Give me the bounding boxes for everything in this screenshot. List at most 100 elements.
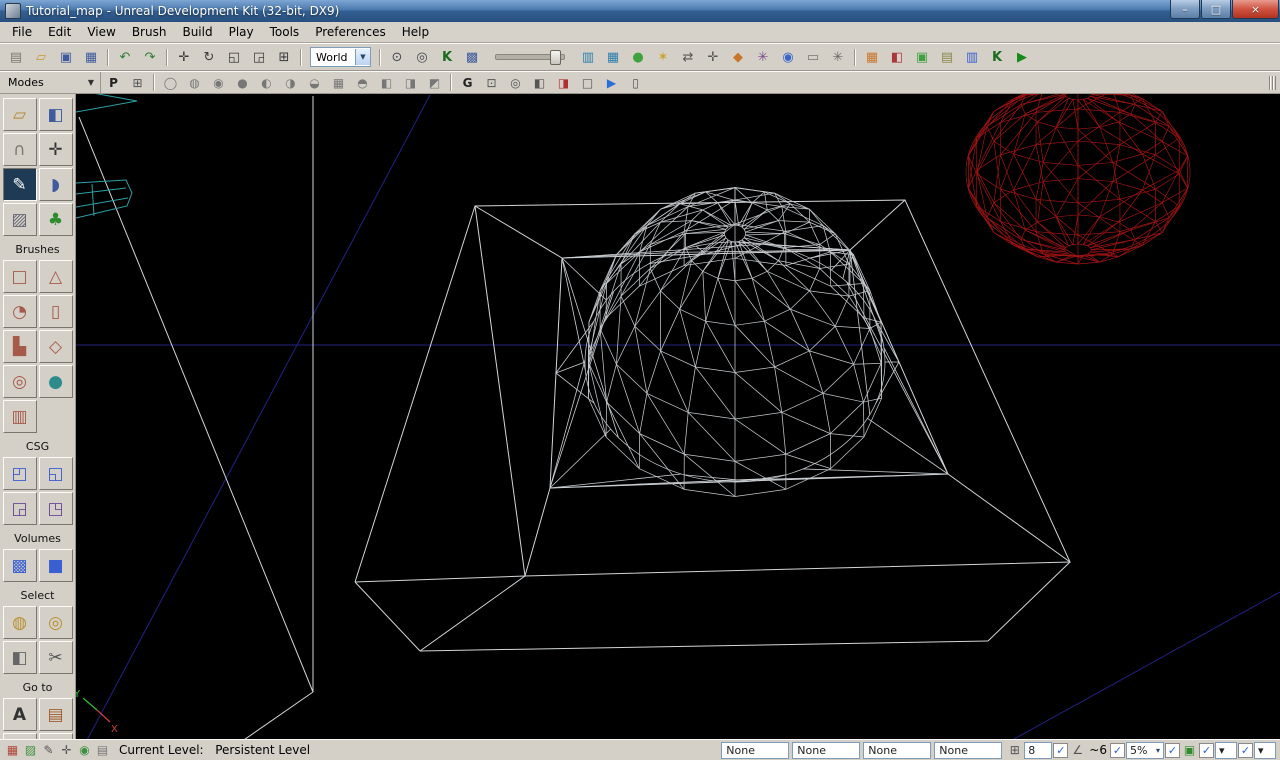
fullscreen-button[interactable]: ◎ bbox=[410, 46, 434, 68]
csg-add-button[interactable]: ◰ bbox=[3, 457, 37, 490]
drop-grid-field-none[interactable]: None bbox=[863, 742, 931, 759]
build-paths-button[interactable]: ⇄ bbox=[676, 46, 700, 68]
content-browser-button[interactable]: ▩ bbox=[460, 46, 484, 68]
invert-selection-button[interactable]: ◧ bbox=[3, 641, 37, 674]
foliage-mode-button[interactable]: ♣ bbox=[39, 203, 73, 236]
menu-item-file[interactable]: File bbox=[4, 23, 40, 42]
menu-item-view[interactable]: View bbox=[79, 23, 123, 42]
build-lighting-button[interactable]: ✶ bbox=[651, 46, 675, 68]
sphere-brush-button[interactable]: ● bbox=[39, 365, 73, 398]
lock-viewport-button[interactable]: ⊡ bbox=[480, 73, 503, 93]
ai-paths-button[interactable]: ◉ bbox=[776, 46, 800, 68]
drag-grid-status-icon[interactable]: ✛ bbox=[58, 742, 75, 758]
menu-item-tools[interactable]: Tools bbox=[262, 23, 308, 42]
realtime-toggle-button[interactable]: ◎ bbox=[504, 73, 527, 93]
menu-item-brush[interactable]: Brush bbox=[124, 23, 175, 42]
maximize-viewport-button[interactable]: ⊞ bbox=[126, 73, 149, 93]
redo-button[interactable]: ↷ bbox=[138, 46, 162, 68]
titlebar[interactable]: Tutorial_map - Unreal Development Kit (3… bbox=[0, 0, 1280, 22]
snap-grid-status-icon[interactable]: ▦ bbox=[4, 742, 21, 758]
stream-level-checkbox[interactable]: ✓ bbox=[1238, 743, 1253, 758]
linear-stair-brush-button[interactable]: ▙ bbox=[3, 330, 37, 363]
unlit-button[interactable]: ◉ bbox=[207, 73, 230, 93]
scale-tool-button[interactable]: ◱ bbox=[222, 46, 246, 68]
drop-grid-field-none[interactable]: None bbox=[934, 742, 1002, 759]
menu-item-build[interactable]: Build bbox=[174, 23, 220, 42]
play-in-editor-button[interactable]: ▶ bbox=[1010, 46, 1034, 68]
paint-grid-status-icon[interactable]: ▨ bbox=[22, 742, 39, 758]
open-map-button[interactable]: ▱ bbox=[29, 46, 53, 68]
reflections-button[interactable]: ◨ bbox=[399, 73, 422, 93]
open-kismet-button[interactable]: K bbox=[435, 46, 459, 68]
package-button[interactable]: ▦ bbox=[601, 46, 625, 68]
new-map-button[interactable]: ▤ bbox=[4, 46, 28, 68]
detail-lighting-button[interactable]: ◐ bbox=[255, 73, 278, 93]
camera-speed-slider-thumb[interactable] bbox=[550, 50, 561, 65]
menu-item-preferences[interactable]: Preferences bbox=[307, 23, 394, 42]
rotation-grid-checkbox[interactable]: ✓ bbox=[1110, 743, 1125, 758]
scale-grid-field[interactable]: 5%▾ bbox=[1126, 742, 1164, 759]
add-volume-button[interactable]: ▩ bbox=[3, 549, 37, 582]
cube-brush-button[interactable]: □ bbox=[3, 260, 37, 293]
cook-device-button[interactable]: ◧ bbox=[885, 46, 909, 68]
undo-button[interactable]: ↶ bbox=[113, 46, 137, 68]
landscape-mode-button[interactable]: ▨ bbox=[3, 203, 37, 236]
camera-mode-button[interactable]: ▱ bbox=[3, 98, 37, 131]
modes-panel-header[interactable]: Modes ▼ bbox=[0, 72, 101, 93]
rotation-grid-icon[interactable]: ∠ bbox=[1069, 742, 1086, 758]
lit-button[interactable]: ● bbox=[231, 73, 254, 93]
cook-pc-button[interactable]: ▦ bbox=[860, 46, 884, 68]
viewport-3d[interactable]: YX bbox=[76, 94, 1280, 739]
menu-item-edit[interactable]: Edit bbox=[40, 23, 79, 42]
mesh-paint-mode-button[interactable]: ✎ bbox=[3, 168, 37, 201]
world-dropdown[interactable]: World ▼ bbox=[310, 47, 371, 67]
csg-deintersect-button[interactable]: ◳ bbox=[39, 492, 73, 525]
cylinder-brush-button[interactable]: ▯ bbox=[39, 295, 73, 328]
rotate-tool-button[interactable]: ↻ bbox=[197, 46, 221, 68]
scale-nonuniform-tool-button[interactable]: ◲ bbox=[247, 46, 271, 68]
autosave-interval-dropdown[interactable]: ▾ bbox=[1215, 742, 1237, 759]
brush-status-icon[interactable]: ✎ bbox=[40, 742, 57, 758]
build-geometry-button[interactable]: ● bbox=[626, 46, 650, 68]
scale-grid-checkbox[interactable]: ✓ bbox=[1165, 743, 1180, 758]
play-viewport-button[interactable]: ▶ bbox=[600, 73, 623, 93]
game-view-button[interactable]: ◩ bbox=[423, 73, 446, 93]
minimize-button[interactable]: – bbox=[1170, 0, 1200, 19]
measure-tool-button[interactable]: ▭ bbox=[801, 46, 825, 68]
brush-wireframe-button[interactable]: ◯ bbox=[159, 73, 182, 93]
select-matching-button[interactable]: ◍ bbox=[3, 606, 37, 639]
package-game-button[interactable]: ▥ bbox=[960, 46, 984, 68]
goto-builder-brush-button[interactable]: ▤ bbox=[39, 698, 73, 731]
geometry-edit-mode-button[interactable]: ◗ bbox=[39, 168, 73, 201]
drag-grid-checkbox[interactable]: ✓ bbox=[1053, 743, 1068, 758]
coordinate-system-button[interactable]: ⊞ bbox=[272, 46, 296, 68]
drag-grid-size-field[interactable]: 8 bbox=[1024, 742, 1052, 759]
geometry-mode-button[interactable]: ◧ bbox=[39, 98, 73, 131]
build-cover-button[interactable]: ✛ bbox=[701, 46, 725, 68]
open-kismet-2-button[interactable]: K bbox=[985, 46, 1009, 68]
show-flags-button[interactable]: G bbox=[456, 73, 479, 93]
play-on-device-button[interactable]: ▤ bbox=[935, 46, 959, 68]
shader-complexity-button[interactable]: ◓ bbox=[351, 73, 374, 93]
drop-grid-field-none[interactable]: None bbox=[792, 742, 860, 759]
rotation-grid-value[interactable]: ~6 bbox=[1087, 743, 1109, 757]
select-none-button[interactable]: ✂ bbox=[39, 641, 73, 674]
csg-intersect-button[interactable]: ◲ bbox=[3, 492, 37, 525]
card-brush-button[interactable]: ▥ bbox=[3, 400, 37, 433]
save-all-button[interactable]: ▦ bbox=[79, 46, 103, 68]
build-all-button[interactable]: ◆ bbox=[726, 46, 750, 68]
detach-viewport-button[interactable]: ▯ bbox=[624, 73, 647, 93]
favorites-button[interactable]: ▥ bbox=[576, 46, 600, 68]
level-dropdown[interactable]: ▾ bbox=[1254, 742, 1276, 759]
drag-grid-icon[interactable]: ⊞ bbox=[1006, 742, 1023, 758]
terrain-mode-button[interactable]: ∩ bbox=[3, 133, 37, 166]
translate-tool-button[interactable]: ✛ bbox=[172, 46, 196, 68]
goto-actor-button[interactable]: A bbox=[3, 698, 37, 731]
add-special-volume-button[interactable]: ■ bbox=[39, 549, 73, 582]
wireframe-button[interactable]: ◍ bbox=[183, 73, 206, 93]
lighting-only-button[interactable]: ◑ bbox=[279, 73, 302, 93]
cone-brush-button[interactable]: △ bbox=[39, 260, 73, 293]
menu-item-help[interactable]: Help bbox=[394, 23, 437, 42]
menu-item-play[interactable]: Play bbox=[221, 23, 262, 42]
camera-button[interactable]: ◧ bbox=[528, 73, 551, 93]
